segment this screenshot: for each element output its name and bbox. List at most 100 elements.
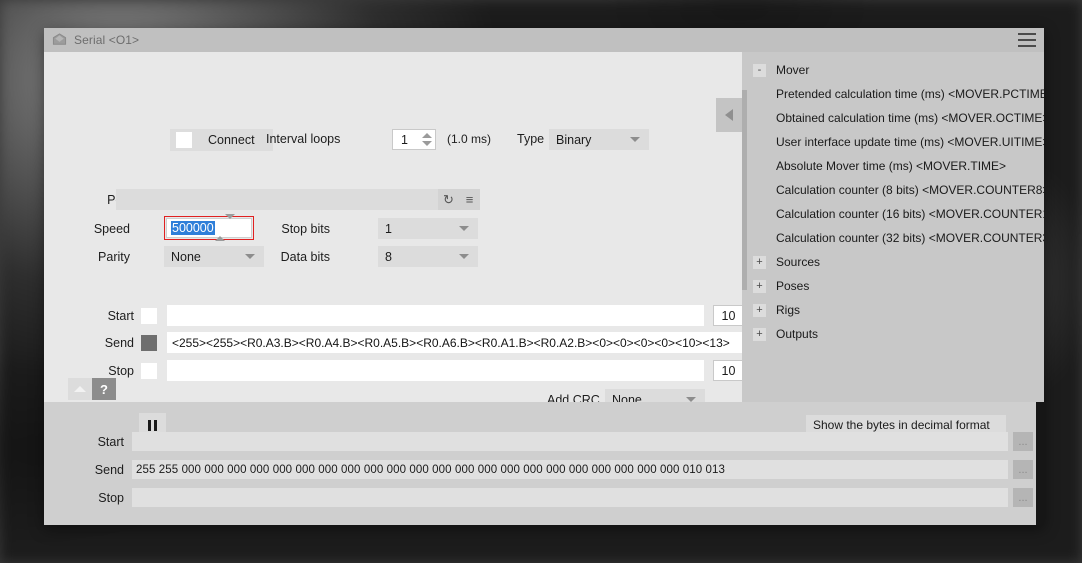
monitor-row: Start... bbox=[44, 432, 1044, 451]
tree-leaf[interactable]: Obtained calculation time (ms) <MOVER.OC… bbox=[742, 106, 1044, 130]
window-titlebar: Serial <O1> bbox=[44, 28, 1044, 52]
speed-field[interactable]: 500000 bbox=[164, 214, 254, 241]
expand-expander-icon[interactable]: + bbox=[753, 279, 766, 293]
collapse-panel-button[interactable] bbox=[716, 98, 742, 132]
start-delay-value: 10 bbox=[721, 308, 736, 323]
tree-node-label: Obtained calculation time (ms) <MOVER.OC… bbox=[776, 111, 1044, 125]
monitor-row-value[interactable] bbox=[132, 432, 1008, 451]
tree-branch[interactable]: - Mover bbox=[742, 58, 1044, 82]
monitor-row-value[interactable] bbox=[132, 488, 1008, 507]
tree-list: - Mover Pretended calculation time (ms) <M… bbox=[742, 58, 1044, 346]
data-bits-label: Data bits bbox=[280, 250, 330, 264]
stop-frame-label: Stop bbox=[108, 364, 134, 378]
interval-note: (1.0 ms) bbox=[447, 132, 492, 146]
tree-node-label: Poses bbox=[776, 279, 810, 293]
window-title: Serial <O1> bbox=[74, 33, 140, 47]
list-menu-icon[interactable]: ≡ bbox=[459, 189, 480, 210]
type-label: Type bbox=[517, 132, 545, 146]
window-body: Connect Interval loops 1 (1.0 ms) Type B… bbox=[44, 52, 1044, 525]
tree-node-label: Calculation counter (16 bits) <MOVER.COU… bbox=[776, 207, 1044, 221]
variables-tree-pane[interactable]: - Mover Pretended calculation time (ms) <M… bbox=[742, 52, 1044, 402]
parity-label: Parity bbox=[98, 250, 130, 264]
port-combo[interactable] bbox=[116, 189, 438, 210]
upper-section: Connect Interval loops 1 (1.0 ms) Type B… bbox=[44, 52, 1044, 410]
expand-expander-icon[interactable]: + bbox=[753, 255, 766, 269]
data-bits-combo[interactable]: 8 bbox=[378, 246, 478, 267]
tree-node-label: Outputs bbox=[776, 327, 819, 341]
pause-icon-bar-left bbox=[148, 419, 151, 431]
tree-leaf[interactable]: Absolute Mover time (ms) <MOVER.TIME> bbox=[742, 154, 1044, 178]
start-frame-checkbox[interactable] bbox=[141, 307, 157, 324]
tree-leaf[interactable]: Calculation counter (16 bits) <MOVER.COU… bbox=[742, 202, 1044, 226]
tree-node-label: Absolute Mover time (ms) <MOVER.TIME> bbox=[776, 159, 1007, 173]
tree-node-label: Mover bbox=[776, 63, 810, 77]
tree-node-label: Calculation counter (8 bits) <MOVER.COUN… bbox=[776, 183, 1044, 197]
monitor-row: Send 255 255 000 000 000 000 000 000 000 … bbox=[44, 460, 1044, 479]
refresh-icon[interactable]: ↻ bbox=[438, 189, 459, 210]
monitor-row-label: Stop bbox=[98, 490, 124, 505]
stop-frame-checkbox[interactable] bbox=[141, 362, 157, 379]
stop-frame-input[interactable] bbox=[167, 360, 704, 381]
tree-branch[interactable]: + Sources bbox=[742, 250, 1044, 274]
type-combo[interactable]: Binary bbox=[549, 129, 649, 150]
tree-node-label: User interface update time (ms) <MOVER.U… bbox=[776, 135, 1044, 149]
speed-label: Speed bbox=[93, 222, 130, 236]
monitor-row-value[interactable]: 255 255 000 000 000 000 000 000 000 000 … bbox=[132, 460, 1008, 479]
tree-leaf[interactable]: Calculation counter (32 bits) <MOVER.COU… bbox=[742, 226, 1044, 250]
help-button[interactable]: ? bbox=[92, 378, 116, 400]
stop-frame-row: 10 ms bbox=[141, 360, 790, 381]
monitor-row-more-button[interactable]: ... bbox=[1013, 432, 1033, 451]
collapse-up-button[interactable] bbox=[68, 378, 92, 400]
stepper-up-icon bbox=[214, 219, 225, 241]
tree-node-label: Calculation counter (32 bits) <MOVER.COU… bbox=[776, 231, 1044, 245]
send-frame-input[interactable]: <255><255><R0.A3.B><R0.A4.B><R0.A5.B><R0… bbox=[167, 332, 763, 353]
tree-leaf[interactable]: User interface update time (ms) <MOVER.U… bbox=[742, 130, 1044, 154]
byte-format-value: Show the bytes in decimal format bbox=[813, 418, 990, 432]
pane-buttons: ? bbox=[68, 378, 116, 400]
connect-toggle[interactable]: Connect bbox=[170, 129, 273, 151]
start-frame-row: 10 ms bbox=[141, 305, 790, 326]
type-value: Binary bbox=[556, 132, 592, 147]
stop-bits-combo[interactable]: 1 bbox=[378, 218, 478, 239]
chevron-down-icon bbox=[245, 254, 255, 259]
tree-branch[interactable]: + Poses bbox=[742, 274, 1044, 298]
monitor-row-label: Start bbox=[97, 434, 124, 449]
data-bits-value: 8 bbox=[385, 249, 392, 264]
tree-scrollbar[interactable] bbox=[742, 90, 747, 290]
parity-combo[interactable]: None bbox=[164, 246, 264, 267]
tree-leaf[interactable]: Pretended calculation time (ms) <MOVER.P… bbox=[742, 82, 1044, 106]
send-frame-checkbox[interactable] bbox=[141, 334, 157, 351]
expand-expander-icon[interactable]: + bbox=[753, 303, 766, 317]
tree-branch[interactable]: + Rigs bbox=[742, 298, 1044, 322]
speed-stepper-arrows[interactable] bbox=[214, 214, 235, 241]
stop-bits-value: 1 bbox=[385, 221, 392, 236]
expand-expander-icon[interactable]: + bbox=[753, 327, 766, 341]
serial-window: Serial <O1> Connect Interval loops 1 (1.… bbox=[44, 28, 1044, 525]
tree-node-label: Rigs bbox=[776, 303, 801, 317]
monitor-row-more-button[interactable]: ... bbox=[1013, 488, 1033, 507]
tree-node-label: Sources bbox=[776, 255, 821, 269]
hamburger-menu-icon[interactable] bbox=[1018, 33, 1036, 47]
config-pane: Connect Interval loops 1 (1.0 ms) Type B… bbox=[44, 52, 790, 410]
speed-dropdown-button[interactable] bbox=[230, 219, 251, 237]
pause-icon-bar-right bbox=[154, 419, 157, 431]
collapse-expander-icon[interactable]: - bbox=[753, 63, 766, 77]
monitor-row: Stop... bbox=[44, 488, 1044, 507]
connect-checkbox[interactable] bbox=[176, 132, 192, 148]
port-controls: ↻ ≡ bbox=[116, 189, 480, 210]
tree-leaf[interactable]: Calculation counter (8 bits) <MOVER.COUN… bbox=[742, 178, 1044, 202]
chevron-down-icon bbox=[459, 254, 469, 259]
monitor-row-more-button[interactable]: ... bbox=[1013, 460, 1033, 479]
stop-delay-value: 10 bbox=[721, 363, 736, 378]
monitor-pane: Show the bytes in decimal format Start..… bbox=[44, 402, 1044, 525]
triangle-left-icon bbox=[725, 109, 733, 121]
start-frame-input[interactable] bbox=[167, 305, 704, 326]
send-frame-row: <255><255><R0.A3.B><R0.A4.B><R0.A5.B><R0… bbox=[141, 332, 763, 353]
app-hexagon-icon bbox=[52, 32, 67, 45]
tree-branch[interactable]: + Outputs bbox=[742, 322, 1044, 346]
chevron-down-icon bbox=[459, 226, 469, 231]
triangle-up-icon bbox=[74, 386, 86, 392]
monitor-scrollbar[interactable] bbox=[1036, 402, 1044, 525]
interval-loops-label: Interval loops bbox=[266, 132, 341, 146]
speed-value[interactable]: 500000 bbox=[171, 221, 215, 235]
